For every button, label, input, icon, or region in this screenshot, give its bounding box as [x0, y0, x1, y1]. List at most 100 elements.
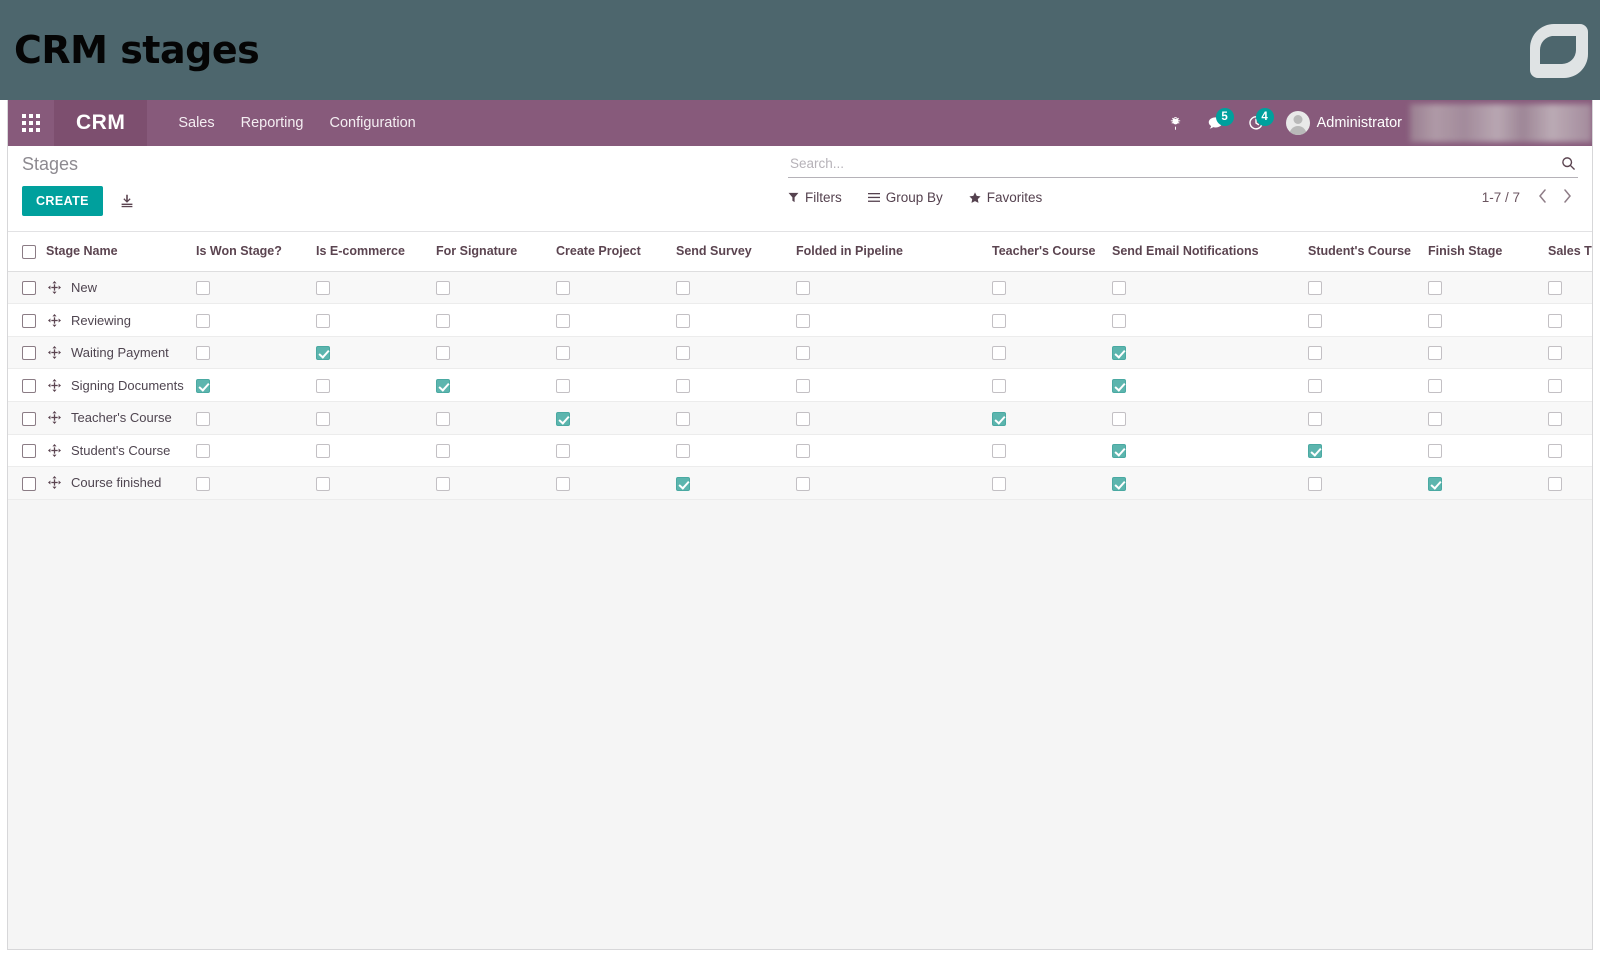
boolean-checkbox-unchecked[interactable] [796, 281, 810, 296]
column-header-for-signature[interactable]: For Signature [436, 232, 556, 272]
boolean-checkbox-unchecked[interactable] [556, 313, 570, 328]
boolean-checkbox-checked[interactable] [1428, 476, 1442, 491]
boolean-checkbox-unchecked[interactable] [556, 281, 570, 296]
app-brand-crm[interactable]: CRM [54, 100, 148, 146]
drag-move-icon[interactable] [48, 378, 61, 392]
drag-move-icon[interactable] [48, 443, 61, 457]
boolean-checkbox-unchecked[interactable] [1428, 378, 1442, 393]
boolean-checkbox-unchecked[interactable] [316, 476, 330, 491]
boolean-checkbox-unchecked[interactable] [1548, 281, 1562, 296]
column-header-is-ecommerce[interactable]: Is E-commerce [316, 232, 436, 272]
column-header-send-survey[interactable]: Send Survey [676, 232, 796, 272]
boolean-checkbox-unchecked[interactable] [796, 411, 810, 426]
boolean-checkbox-unchecked[interactable] [1308, 346, 1322, 361]
debug-menu-button[interactable] [1156, 100, 1195, 146]
boolean-checkbox-unchecked[interactable] [1308, 411, 1322, 426]
boolean-checkbox-unchecked[interactable] [1308, 476, 1322, 491]
boolean-checkbox-unchecked[interactable] [1428, 346, 1442, 361]
row-select-checkbox[interactable] [22, 444, 36, 459]
boolean-checkbox-unchecked[interactable] [1308, 281, 1322, 296]
boolean-checkbox-unchecked[interactable] [556, 378, 570, 393]
column-header-folded-in-pipeline[interactable]: Folded in Pipeline [796, 232, 992, 272]
boolean-checkbox-unchecked[interactable] [556, 476, 570, 491]
boolean-checkbox-unchecked[interactable] [1548, 378, 1562, 393]
row-select-checkbox[interactable] [22, 411, 36, 426]
boolean-checkbox-unchecked[interactable] [1428, 411, 1442, 426]
boolean-checkbox-unchecked[interactable] [796, 378, 810, 393]
column-header-sales-team[interactable]: Sales T [1548, 232, 1592, 272]
table-row[interactable]: Course finished [8, 466, 1592, 500]
boolean-checkbox-unchecked[interactable] [796, 444, 810, 459]
messages-button[interactable]: 5 [1195, 100, 1236, 146]
drag-move-icon[interactable] [48, 346, 61, 360]
boolean-checkbox-unchecked[interactable] [436, 444, 450, 459]
table-row[interactable]: Reviewing [8, 303, 1592, 337]
drag-move-icon[interactable] [48, 411, 61, 425]
boolean-checkbox-unchecked[interactable] [196, 444, 210, 459]
boolean-checkbox-unchecked[interactable] [316, 378, 330, 393]
column-header-send-email-notifications[interactable]: Send Email Notifications [1112, 232, 1308, 272]
boolean-checkbox-checked[interactable] [1112, 476, 1126, 491]
menu-item-sales[interactable]: Sales [165, 100, 227, 146]
filters-dropdown[interactable]: Filters [788, 190, 842, 205]
boolean-checkbox-unchecked[interactable] [1308, 313, 1322, 328]
boolean-checkbox-unchecked[interactable] [992, 281, 1006, 296]
boolean-checkbox-unchecked[interactable] [316, 281, 330, 296]
boolean-checkbox-unchecked[interactable] [1428, 313, 1442, 328]
boolean-checkbox-unchecked[interactable] [992, 444, 1006, 459]
row-select-checkbox[interactable] [22, 378, 36, 393]
boolean-checkbox-unchecked[interactable] [676, 346, 690, 361]
boolean-checkbox-unchecked[interactable] [316, 444, 330, 459]
boolean-checkbox-checked[interactable] [196, 378, 210, 393]
boolean-checkbox-unchecked[interactable] [556, 444, 570, 459]
boolean-checkbox-unchecked[interactable] [992, 476, 1006, 491]
boolean-checkbox-unchecked[interactable] [1548, 313, 1562, 328]
boolean-checkbox-unchecked[interactable] [556, 346, 570, 361]
search-submit-button[interactable] [1559, 156, 1578, 171]
table-row[interactable]: Student's Course [8, 434, 1592, 468]
column-header-is-won-stage[interactable]: Is Won Stage? [196, 232, 316, 272]
table-row[interactable]: Signing Documents [8, 368, 1592, 402]
boolean-checkbox-checked[interactable] [556, 411, 570, 426]
boolean-checkbox-unchecked[interactable] [196, 313, 210, 328]
drag-move-icon[interactable] [48, 476, 61, 490]
boolean-checkbox-unchecked[interactable] [196, 476, 210, 491]
breadcrumb[interactable]: Stages [22, 154, 139, 176]
boolean-checkbox-unchecked[interactable] [992, 346, 1006, 361]
boolean-checkbox-unchecked[interactable] [436, 411, 450, 426]
pager-previous-button[interactable] [1532, 189, 1553, 206]
boolean-checkbox-unchecked[interactable] [676, 281, 690, 296]
table-row[interactable]: Waiting Payment [8, 336, 1592, 370]
select-all-checkbox[interactable] [22, 244, 36, 259]
boolean-checkbox-unchecked[interactable] [196, 346, 210, 361]
menu-item-configuration[interactable]: Configuration [316, 100, 428, 146]
boolean-checkbox-unchecked[interactable] [796, 476, 810, 491]
import-button[interactable] [115, 191, 139, 211]
table-row[interactable]: Teacher's Course [8, 401, 1592, 435]
boolean-checkbox-unchecked[interactable] [436, 346, 450, 361]
row-select-checkbox[interactable] [22, 313, 36, 328]
boolean-checkbox-unchecked[interactable] [316, 411, 330, 426]
column-header-teachers-course[interactable]: Teacher's Course [992, 232, 1112, 272]
boolean-checkbox-unchecked[interactable] [992, 313, 1006, 328]
boolean-checkbox-unchecked[interactable] [992, 378, 1006, 393]
boolean-checkbox-unchecked[interactable] [1548, 444, 1562, 459]
row-select-checkbox[interactable] [22, 281, 36, 296]
boolean-checkbox-checked[interactable] [1112, 378, 1126, 393]
boolean-checkbox-unchecked[interactable] [436, 281, 450, 296]
favorites-dropdown[interactable]: Favorites [969, 190, 1042, 205]
column-header-finish-stage[interactable]: Finish Stage [1428, 232, 1548, 272]
menu-item-reporting[interactable]: Reporting [228, 100, 317, 146]
boolean-checkbox-unchecked[interactable] [1428, 444, 1442, 459]
boolean-checkbox-unchecked[interactable] [436, 476, 450, 491]
column-header-create-project[interactable]: Create Project [556, 232, 676, 272]
column-header-students-course[interactable]: Student's Course [1308, 232, 1428, 272]
boolean-checkbox-unchecked[interactable] [196, 281, 210, 296]
pager-next-button[interactable] [1557, 189, 1578, 206]
boolean-checkbox-unchecked[interactable] [796, 346, 810, 361]
activities-button[interactable]: 4 [1236, 100, 1276, 146]
boolean-checkbox-unchecked[interactable] [196, 411, 210, 426]
boolean-checkbox-checked[interactable] [436, 378, 450, 393]
boolean-checkbox-unchecked[interactable] [1308, 378, 1322, 393]
boolean-checkbox-checked[interactable] [1112, 444, 1126, 459]
